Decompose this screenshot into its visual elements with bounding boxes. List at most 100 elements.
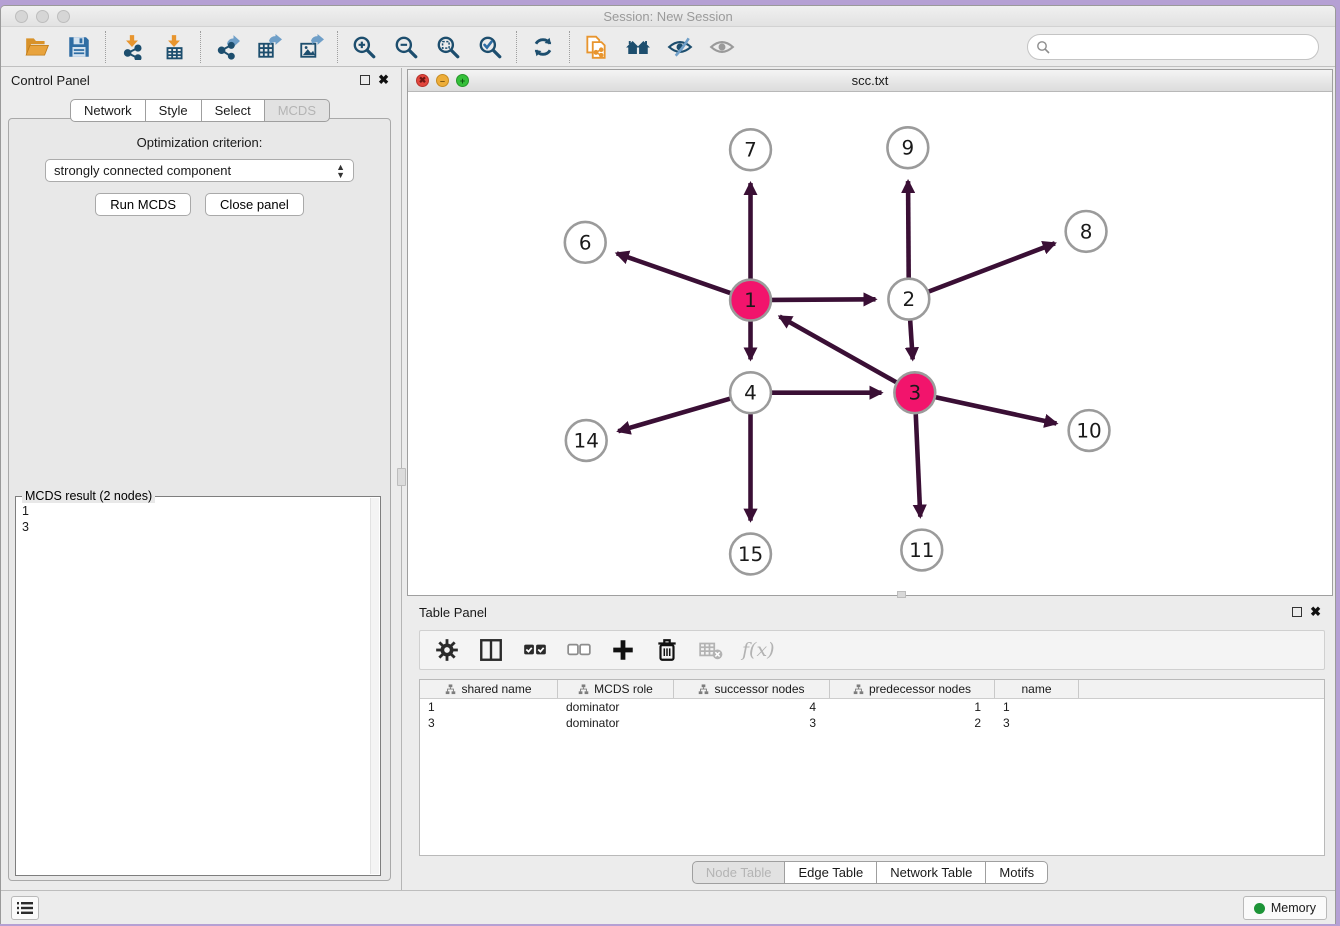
cell-successor-nodes[interactable]: 3: [674, 716, 830, 730]
memory-button[interactable]: Memory: [1243, 896, 1327, 920]
cell-name[interactable]: 1: [995, 700, 1079, 714]
export-network-icon[interactable]: [213, 33, 241, 61]
hide-panel-eye-icon[interactable]: [666, 33, 694, 61]
import-network-icon[interactable]: [118, 33, 146, 61]
column-header-name[interactable]: name: [995, 680, 1079, 698]
refresh-icon[interactable]: [529, 33, 557, 61]
save-session-icon[interactable]: [65, 33, 93, 61]
search-box: [1027, 34, 1319, 60]
open-session-icon[interactable]: [23, 33, 51, 61]
home-icon[interactable]: [624, 33, 652, 61]
task-history-button[interactable]: [11, 896, 39, 920]
window-titlebar: Session: New Session: [1, 6, 1335, 27]
duplicate-network-icon[interactable]: [582, 33, 610, 61]
table-panel-float-icon[interactable]: [1292, 607, 1302, 617]
show-panel-eye-icon[interactable]: [708, 33, 736, 61]
control-panel: Control Panel ✖ NetworkStyleSelectMCDS O…: [1, 68, 399, 890]
delete-table-icon[interactable]: [698, 637, 724, 663]
network-close-icon[interactable]: ✖: [416, 74, 429, 87]
mcds-result-legend: MCDS result (2 nodes): [22, 489, 155, 503]
edge-1-6[interactable]: [617, 253, 731, 293]
mcds-panel: Optimization criterion: strongly connect…: [8, 118, 391, 881]
export-image-icon[interactable]: [297, 33, 325, 61]
tab-edge-table[interactable]: Edge Table: [785, 861, 877, 884]
zoom-fit-icon[interactable]: [434, 33, 462, 61]
edge-2-9[interactable]: [908, 181, 909, 278]
edge-3-10[interactable]: [936, 397, 1057, 423]
sort-tree-icon: [445, 684, 456, 695]
node-label-8: 8: [1080, 220, 1093, 243]
optimization-criterion-label: Optimization criterion:: [9, 135, 390, 150]
node-label-10: 10: [1076, 420, 1101, 443]
tab-network-table[interactable]: Network Table: [877, 861, 986, 884]
cell-shared-name[interactable]: 1: [420, 700, 558, 714]
network-canvas[interactable]: 1234678910111415: [408, 93, 1332, 595]
cell-shared-name[interactable]: 3: [420, 716, 558, 730]
function-builder-icon[interactable]: f(x): [742, 639, 775, 661]
search-input[interactable]: [1027, 34, 1319, 60]
run-mcds-button[interactable]: Run MCDS: [95, 193, 191, 216]
control-panel-title: Control Panel: [11, 73, 90, 88]
network-graph[interactable]: 1234678910111415: [408, 93, 1332, 595]
table-panel-close-icon[interactable]: ✖: [1310, 607, 1321, 617]
tab-style[interactable]: Style: [146, 99, 202, 122]
control-panel-float-icon[interactable]: [360, 75, 370, 85]
node-label-9: 9: [902, 137, 915, 160]
cell-name[interactable]: 3: [995, 716, 1079, 730]
table-header-row: shared nameMCDS rolesuccessor nodesprede…: [420, 680, 1324, 699]
cell-MCDS-role[interactable]: dominator: [558, 700, 674, 714]
network-maximize-icon[interactable]: +: [456, 74, 469, 87]
column-header-successor-nodes[interactable]: successor nodes: [674, 680, 830, 698]
vertical-splitter-grip[interactable]: [397, 468, 406, 486]
column-header-shared-name[interactable]: shared name: [420, 680, 558, 698]
result-scrollbar[interactable]: [370, 498, 379, 874]
sort-tree-icon: [578, 684, 589, 695]
edge-2-8[interactable]: [929, 243, 1055, 291]
table-body: 1dominator4113dominator323: [420, 699, 1324, 731]
table-settings-gear-icon[interactable]: [434, 637, 460, 663]
table-row[interactable]: 1dominator411: [420, 699, 1324, 715]
deselect-all-icon[interactable]: [566, 637, 592, 663]
delete-column-trash-icon[interactable]: [654, 637, 680, 663]
optimization-criterion-select[interactable]: strongly connected component ▲▼: [45, 159, 354, 182]
close-panel-button[interactable]: Close panel: [205, 193, 304, 216]
tab-select[interactable]: Select: [202, 99, 265, 122]
table-row[interactable]: 3dominator323: [420, 715, 1324, 731]
zoom-in-icon[interactable]: [350, 33, 378, 61]
control-panel-tabs: NetworkStyleSelectMCDS: [1, 99, 399, 122]
create-column-plus-icon[interactable]: [610, 637, 636, 663]
edge-3-1[interactable]: [780, 316, 897, 382]
tab-network[interactable]: Network: [70, 99, 146, 122]
node-label-6: 6: [579, 231, 592, 254]
tab-motifs[interactable]: Motifs: [986, 861, 1048, 884]
zoom-out-icon[interactable]: [392, 33, 420, 61]
memory-label: Memory: [1271, 901, 1316, 915]
cell-successor-nodes[interactable]: 4: [674, 700, 830, 714]
optimization-criterion-value: strongly connected component: [54, 163, 231, 178]
tab-node-table[interactable]: Node Table: [692, 861, 786, 884]
horizontal-splitter-grip[interactable]: [897, 591, 906, 598]
search-icon: [1036, 40, 1050, 59]
control-panel-close-icon[interactable]: ✖: [378, 75, 389, 85]
window-title: Session: New Session: [1, 9, 1335, 24]
edge-2-3[interactable]: [910, 320, 912, 359]
network-frame-titlebar: ✖ – + scc.txt: [408, 70, 1332, 92]
show-column-panel-icon[interactable]: [478, 637, 504, 663]
zoom-selected-icon[interactable]: [476, 33, 504, 61]
cell-predecessor-nodes[interactable]: 1: [830, 700, 995, 714]
node-label-3: 3: [908, 382, 921, 405]
node-table: shared nameMCDS rolesuccessor nodesprede…: [419, 679, 1325, 856]
column-header-predecessor-nodes[interactable]: predecessor nodes: [830, 680, 995, 698]
network-title: scc.txt: [408, 73, 1332, 88]
cell-MCDS-role[interactable]: dominator: [558, 716, 674, 730]
edge-4-14[interactable]: [618, 399, 730, 431]
tab-mcds[interactable]: MCDS: [265, 99, 330, 122]
column-header-MCDS-role[interactable]: MCDS role: [558, 680, 674, 698]
select-all-icon[interactable]: [522, 637, 548, 663]
import-table-icon[interactable]: [160, 33, 188, 61]
edge-1-2[interactable]: [772, 299, 876, 300]
cell-predecessor-nodes[interactable]: 2: [830, 716, 995, 730]
network-minimize-icon[interactable]: –: [436, 74, 449, 87]
export-table-icon[interactable]: [255, 33, 283, 61]
edge-3-11[interactable]: [916, 414, 921, 517]
